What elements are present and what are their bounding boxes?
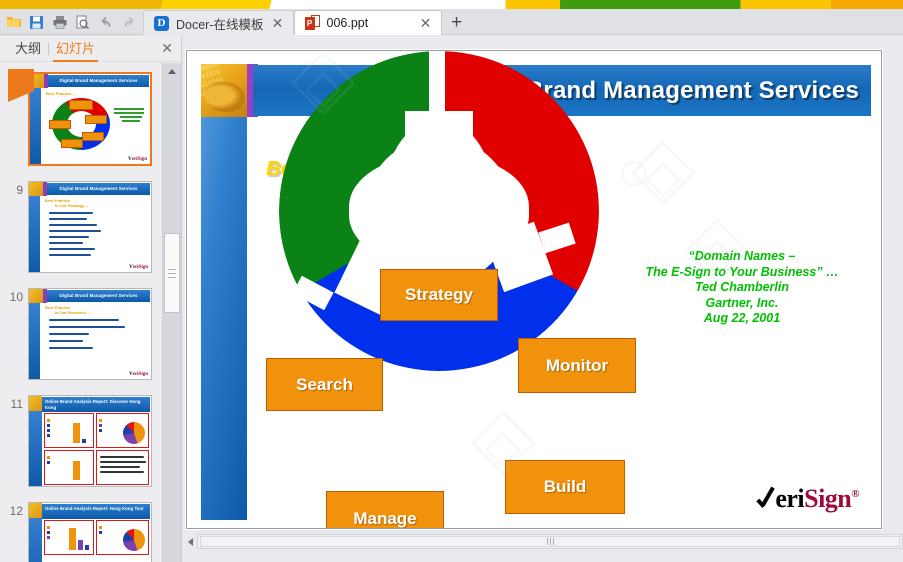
slide-thumbnail-10[interactable]: 10 Digital Brand Management Services Bes… — [0, 288, 152, 380]
slide-preview[interactable]: Digital Brand Management Services Best P… — [28, 288, 152, 380]
box-label: Search — [296, 374, 353, 394]
tab-006-ppt[interactable]: P 006.ppt ✕ — [293, 10, 442, 35]
slide-number: 9 — [16, 183, 23, 197]
docer-icon: D — [154, 15, 169, 31]
slide-thumbnail-9[interactable]: 9 Digital Brand Management Services Best… — [0, 181, 152, 273]
slide-preview[interactable]: Online Brand Analysis Report: Hong Kong … — [28, 502, 152, 562]
slide-horizontal-scrollbar[interactable] — [183, 533, 903, 550]
scroll-left-button[interactable] — [183, 537, 197, 546]
document-tabs: D Docer-在线模板 ✕ P 006.ppt ✕ + — [143, 10, 472, 35]
checkmark-icon — [757, 489, 775, 511]
selected-slide-marker — [8, 69, 34, 102]
slide-left-blue-bar — [201, 64, 247, 520]
quote-line: Ted Chamberlin — [695, 280, 789, 294]
tab-docer-online-templates[interactable]: D Docer-在线模板 ✕ — [143, 10, 294, 35]
diagram-box-manage[interactable]: Manage — [326, 491, 444, 528]
slide-thumbnail-8[interactable]: 8 Digital Brand Management Services Best… — [0, 69, 152, 166]
quote-line: “Domain Names – — [688, 249, 796, 263]
slides-panel-scrollbar[interactable] — [162, 63, 181, 562]
current-slide-canvas[interactable]: 10100010011010101001101001010110 Digital… — [186, 50, 882, 529]
quote-line: Gartner, Inc. — [705, 295, 779, 310]
mini-cycle-diagram — [49, 98, 110, 150]
decorative-top-band — [0, 0, 903, 9]
handshake-binary-image: 10100010011010101001101001010110 — [201, 64, 247, 117]
close-icon[interactable]: ✕ — [271, 15, 285, 32]
slide-thumbnail-list[interactable]: 8 Digital Brand Management Services Best… — [0, 63, 163, 562]
open-folder-icon[interactable] — [2, 11, 25, 33]
slide-preview[interactable]: Digital Brand Management Services Best P… — [28, 181, 152, 273]
registered-mark: ® — [851, 488, 859, 500]
box-label: Build — [543, 477, 587, 496]
slides-panel: 大纲 幻灯片 ✕ 8 Digital Brand Management Serv… — [0, 36, 182, 562]
slide-editing-area: 10100010011010101001101001010110 Digital… — [183, 36, 903, 562]
scrollbar-track[interactable] — [197, 534, 903, 549]
slide-preview[interactable]: Digital Brand Management Services Best P… — [28, 72, 152, 166]
undo-icon[interactable] — [94, 11, 117, 33]
close-icon[interactable]: ✕ — [419, 15, 433, 32]
quote-line: Aug 22, 2001 — [703, 311, 781, 325]
quote-line: The E-Sign to Your Business” … — [645, 264, 839, 279]
new-tab-button[interactable]: + — [442, 10, 472, 35]
panel-tab-outline[interactable]: 大纲 — [8, 35, 48, 62]
box-label: Monitor — [545, 355, 609, 375]
slide-number: 12 — [9, 504, 23, 518]
logo-part2: Sign — [804, 484, 852, 513]
tab-label: Docer-在线模板 — [176, 17, 264, 32]
application-window: D Docer-在线模板 ✕ P 006.ppt ✕ + 大纲 幻灯片 ✕ Di… — [0, 0, 903, 562]
print-icon[interactable] — [48, 11, 71, 33]
scrollbar-thumb[interactable] — [200, 536, 900, 547]
box-label: Manage — [353, 508, 417, 528]
diagram-box-build[interactable]: Build — [505, 460, 625, 514]
tab-label: 006.ppt — [326, 16, 369, 30]
panel-tab-strip: 大纲 幻灯片 ✕ — [0, 36, 181, 62]
close-panel-icon[interactable]: ✕ — [161, 40, 173, 57]
scroll-up-button[interactable] — [163, 63, 181, 80]
diagram-box-search[interactable]: Search — [266, 358, 383, 411]
logo-part1: eri — [775, 484, 805, 513]
verisign-logo: eriSign® — [757, 486, 859, 512]
powerpoint-icon: P — [304, 15, 320, 31]
slide-preview[interactable]: Online Brand Analysis Report: Discover H… — [28, 395, 152, 487]
mini-title-bar: Digital Brand Management Services — [48, 75, 149, 87]
slide-content: 10100010011010101001101001010110 Digital… — [187, 51, 881, 528]
redo-icon[interactable] — [117, 11, 140, 33]
slide-thumbnail-12[interactable]: 12 Online Brand Analysis Report: Hong Ko… — [0, 502, 152, 562]
slide-quote[interactable]: “Domain Names – The E-Sign to Your Busin… — [627, 249, 857, 327]
scrollbar-thumb[interactable] — [164, 233, 180, 313]
title-tab-bar: D Docer-在线模板 ✕ P 006.ppt ✕ + — [0, 8, 903, 35]
slide-thumbnail-11[interactable]: 11 Online Brand Analysis Report: Discove… — [0, 395, 152, 487]
save-icon[interactable] — [25, 11, 48, 33]
slide-number: 10 — [9, 290, 23, 304]
mini-logo: VeriSign — [128, 157, 147, 162]
mini-heading: Best Practice.... — [46, 91, 76, 96]
box-label: Strategy — [404, 285, 474, 304]
diagram-box-monitor[interactable]: Monitor — [518, 338, 636, 393]
slide-number: 11 — [10, 397, 23, 411]
panel-tab-slides[interactable]: 幻灯片 — [49, 35, 102, 62]
print-preview-icon[interactable] — [71, 11, 94, 33]
diagram-box-strategy[interactable]: Strategy — [380, 269, 498, 321]
